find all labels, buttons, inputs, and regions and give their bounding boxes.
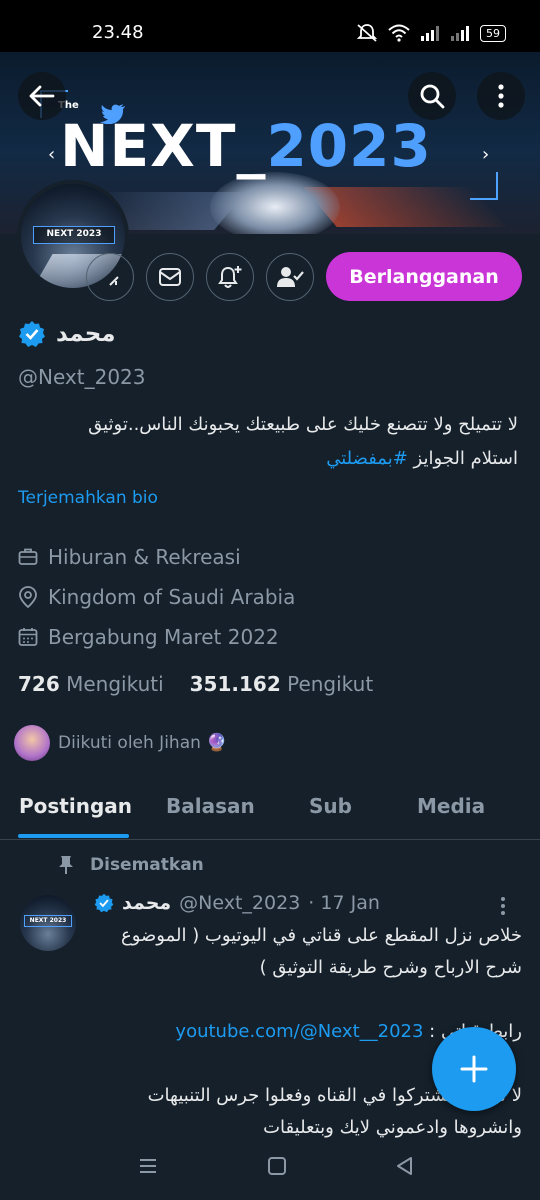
followers-link[interactable]: 351.162 Pengikut [190,672,374,696]
tweet-avatar-tag: NEXT 2023 [24,915,72,927]
mute-icon [356,24,378,42]
tweet-header: محمد @Next_2023 · 17 Jan [94,892,380,914]
location-text: Kingdom of Saudi Arabia [48,585,296,609]
profile-tabs: Postingan Balasan Sub Media [0,780,540,840]
user-check-icon [277,267,304,287]
status-bar: 23.48 59 [0,0,540,52]
verified-badge-icon [19,321,45,347]
joined-text: Bergabung Maret 2022 [48,625,279,649]
tweet-more-button[interactable] [500,896,506,920]
follower-avatar [14,725,50,761]
message-button[interactable] [146,253,194,301]
banner-logo-main: NEXT_ [60,112,267,180]
followed-by-row[interactable]: Diikuti oleh Jihan 🔮 [14,725,227,761]
bell-plus-icon [218,266,242,288]
search-icon [420,84,445,109]
signal-icon [421,26,439,41]
banner-chevron-left-icon: ‹ [48,144,56,165]
tweet-author-handle[interactable]: @Next_2023 [179,892,300,914]
calendar-icon [18,628,38,646]
tweet-line-1: خلاص نزل المقطع على قناتي في اليوتيوب ( … [120,925,522,946]
following-count: 726 [18,672,60,696]
tab-subs[interactable]: Sub [309,794,352,818]
more-actions-button[interactable] [86,253,134,301]
briefcase-icon [18,548,38,565]
signal-icon-2 [451,26,469,41]
follow-stats: 726 Mengikuti 351.162 Pengikut [18,672,373,696]
envelope-icon [159,268,181,286]
location-pin-icon [19,586,37,608]
bio-line-1: لا تتميلح ولا تتصنع خليك على طبيعتك يحبو… [88,414,518,435]
status-icons: 59 [356,23,506,43]
followers-label: Pengikut [287,672,374,696]
avatar-tag: NEXT 2023 [33,226,115,244]
more-vertical-icon-small [501,897,505,915]
category-row: Hiburan & Rekreasi [18,545,241,569]
battery-indicator: 59 [480,24,506,42]
notify-button[interactable] [206,253,254,301]
bio-line-2: استلام الجوايز #بمفضلتي [18,442,518,476]
subscribe-button[interactable]: Berlangganan [326,252,522,301]
banner-logo: NEXT_2023 [60,112,432,180]
translate-bio-link[interactable]: Terjemahkan bio [18,488,158,508]
banner-logo-year: 2023 [266,112,432,180]
banner-chevron-right-icon: › [482,144,490,165]
bio-line-2-text: استلام الجوايز [407,448,518,469]
following-label: Mengikuti [66,672,164,696]
location-row: Kingdom of Saudi Arabia [18,585,295,609]
system-nav-bar [0,1140,540,1200]
pin-icon [59,856,73,874]
triangle-back-icon [397,1157,412,1175]
square-icon [268,1157,286,1175]
tab-media[interactable]: Media [417,794,485,818]
followed-by-text: Diikuti oleh Jihan 🔮 [58,733,228,753]
tab-posts[interactable]: Postingan [19,794,132,818]
more-options-button[interactable] [477,72,525,120]
profile-name: محمد [56,321,116,347]
banner-road-glow [210,172,340,234]
profile-handle: @Next_2023 [18,365,146,389]
tweet-author-avatar[interactable]: NEXT 2023 [20,895,76,951]
home-button[interactable] [267,1156,287,1180]
more-vertical-icon [498,84,504,108]
status-time: 23.48 [92,22,144,43]
pinned-indicator: Disematkan [58,855,204,875]
partial-icon [109,276,119,286]
verified-badge-icon-small [94,893,114,913]
bio-hashtag-link[interactable]: #بمفضلتي [326,448,408,469]
banner-frame-corner-br [470,172,498,200]
tweet-author-name[interactable]: محمد [122,892,171,914]
joined-row: Bergabung Maret 2022 [18,625,279,649]
following-link[interactable]: 726 Mengikuti [18,672,164,696]
tweet-line-2: شرح الارباح وشرح طريقة التوثيق ) [259,957,522,978]
back-button[interactable] [18,72,66,120]
menu-lines-icon [140,1159,156,1173]
pinned-label: Disematkan [90,855,204,875]
following-button[interactable] [266,253,314,301]
profile-bio: لا تتميلح ولا تتصنع خليك على طبيعتك يحبو… [18,408,518,476]
arrow-left-icon [29,85,55,107]
recents-button[interactable] [138,1156,158,1180]
followers-count: 351.162 [189,672,281,696]
search-button[interactable] [408,72,456,120]
active-tab-indicator [18,834,129,838]
wifi-icon [388,24,410,42]
category-text: Hiburan & Rekreasi [48,545,241,569]
system-back-button[interactable] [395,1156,415,1180]
tweet-date: · 17 Jan [308,892,380,914]
tab-replies[interactable]: Balasan [166,794,255,818]
compose-button[interactable] [432,1027,516,1111]
tweet-youtube-link[interactable]: youtube.com/@Next__2023 [175,1021,423,1042]
plus-icon [460,1055,488,1083]
profile-name-row: محمد [18,320,116,348]
